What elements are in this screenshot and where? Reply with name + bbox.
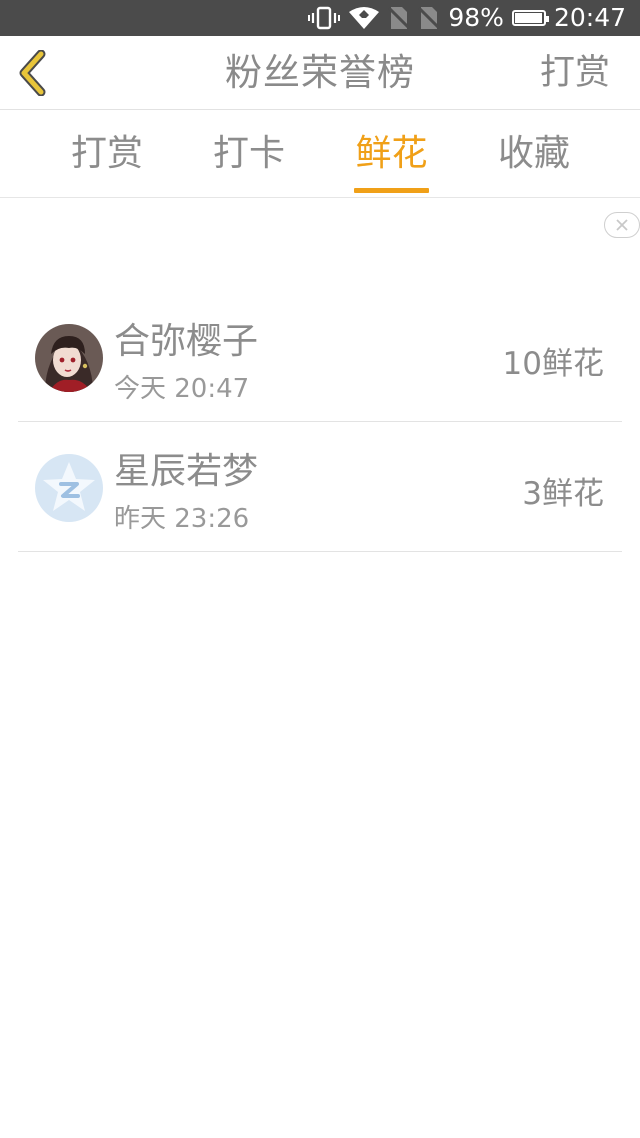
fan-list: 合弥樱子 今天 20:47 10鲜花 星辰若梦 昨天 23:26 3鲜花 [18,292,622,552]
battery-fill [514,13,543,23]
status-bar: 98% 20:47 [0,0,640,36]
ad-close-button[interactable] [604,212,640,238]
wifi-icon [349,7,380,29]
fan-time: 昨天 23:26 [114,504,250,534]
active-tab-indicator [354,188,429,193]
no-sim-icon [388,6,411,30]
no-sim-icon [418,6,441,30]
anime-girl-avatar-icon[interactable] [35,324,103,392]
fan-name: 星辰若梦 [114,451,259,492]
tab-favorites[interactable]: 收藏 [497,111,571,198]
tab-reward[interactable]: 打赏 [70,111,144,198]
flower-count: 10鲜花 [502,346,604,382]
tab-checkin[interactable]: 打卡 [212,111,286,198]
tab-label: 收藏 [497,133,570,174]
header: 粉丝荣誉榜 打赏 [0,36,640,110]
fan-time: 今天 20:47 [114,374,250,404]
qq-star-avatar-icon[interactable] [35,454,103,522]
battery-icon [511,10,549,26]
battery-percent: 98% [448,3,504,32]
list-item[interactable]: 合弥樱子 今天 20:47 10鲜花 [18,292,622,422]
tab-flowers[interactable]: 鲜花 [354,111,429,198]
status-icons: 98% 20:47 [308,0,626,36]
tab-bar: 打赏 打卡 鲜花 收藏 [0,111,640,198]
tab-label: 鲜花 [355,133,428,174]
vibrate-icon [308,6,341,30]
reward-button[interactable]: 打赏 [540,36,610,110]
fan-name: 合弥樱子 [114,321,259,362]
clock: 20:47 [553,3,626,32]
list-item[interactable]: 星辰若梦 昨天 23:26 3鲜花 [18,422,622,552]
flower-count: 3鲜花 [522,476,604,512]
close-icon [616,219,628,231]
tab-label: 打赏 [70,133,143,174]
tab-label: 打卡 [212,133,285,174]
